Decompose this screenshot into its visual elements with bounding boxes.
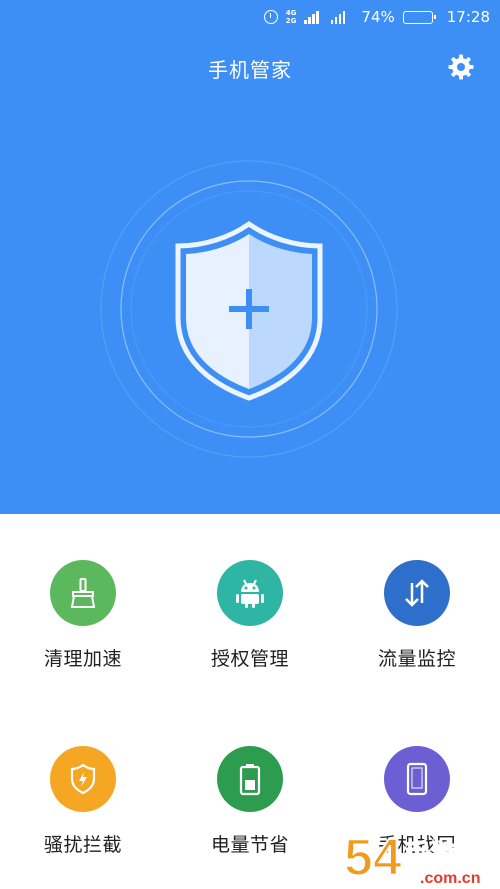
feature-traffic-monitor[interactable]: 流量监控 [337, 560, 497, 680]
traffic-arrows-icon [384, 560, 450, 626]
shield-plus-icon [100, 160, 398, 458]
clock: 17:28 [446, 8, 490, 26]
network-type-icon: 4G 2G [286, 9, 297, 25]
svg-text:54: 54 [344, 829, 402, 887]
security-shield-button[interactable] [98, 158, 400, 460]
settings-button[interactable] [444, 50, 478, 84]
feature-permission-manage[interactable]: 授权管理 [170, 560, 330, 680]
svg-text:手游网: 手游网 [404, 840, 482, 870]
network-bottom-label: 2G [285, 17, 297, 25]
gear-icon [448, 54, 474, 80]
signal-icon-2 [330, 10, 346, 24]
feature-label: 骚扰拦截 [43, 834, 122, 856]
svg-text:.com.cn: .com.cn [420, 870, 480, 887]
broom-icon [50, 560, 116, 626]
feature-label: 清理加速 [43, 648, 122, 670]
network-top-label: 4G [285, 9, 297, 17]
page-title: 手机管家 [208, 58, 292, 82]
battery-status-icon [402, 10, 436, 24]
hero-panel: 4G 2G 74% 17:28 手机管家 [0, 0, 500, 514]
site-watermark-logo: 54 手游网 .com.cn [342, 823, 500, 889]
feature-label: 电量节省 [210, 834, 289, 856]
feature-harass-block[interactable]: 骚扰拦截 [3, 746, 163, 866]
feature-label: 流量监控 [377, 648, 456, 670]
status-bar: 4G 2G 74% 17:28 [0, 0, 500, 36]
feature-battery-save[interactable]: 电量节省 [170, 746, 330, 866]
android-icon [217, 560, 283, 626]
feature-clean-speed[interactable]: 清理加速 [3, 560, 163, 680]
feature-label: 授权管理 [210, 648, 289, 670]
battery-percent: 74% [361, 8, 395, 26]
shield-bolt-icon [50, 746, 116, 812]
phone-icon [384, 746, 450, 812]
alarm-icon [263, 10, 278, 24]
phone-screen: 4G 2G 74% 17:28 手机管家 清理加速 授权管理 流量监控 骚扰拦截… [0, 0, 500, 889]
signal-icon-1 [304, 10, 319, 24]
battery-icon [217, 746, 283, 812]
